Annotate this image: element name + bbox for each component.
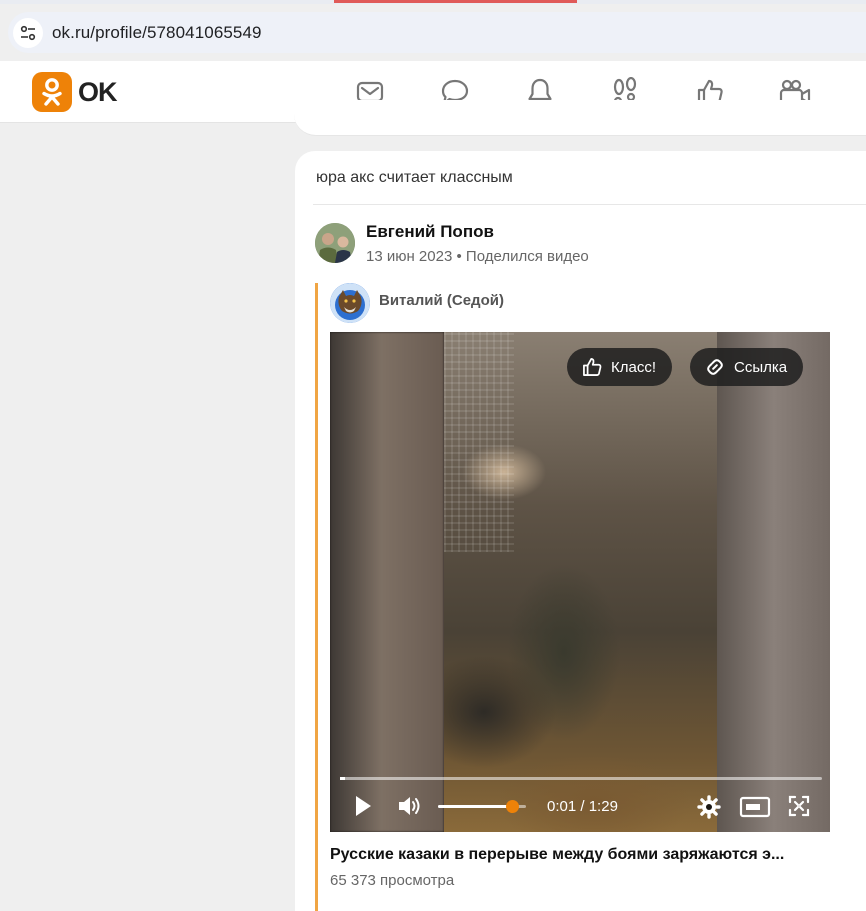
class-button[interactable]: Класс! bbox=[567, 348, 672, 386]
video-views: 65 373 просмотра bbox=[330, 872, 455, 889]
volume-icon[interactable] bbox=[396, 793, 424, 819]
link-button-label: Ссылка bbox=[734, 358, 788, 376]
video-player[interactable]: Класс! Ссылка 0:01 / 1:29 bbox=[330, 332, 830, 832]
post-action: Поделился видео bbox=[465, 248, 589, 265]
video-title[interactable]: Русские казаки в перерыве между боями за… bbox=[330, 846, 850, 864]
ok-logo-text: OK bbox=[78, 76, 117, 107]
ok-logo[interactable]: OK bbox=[32, 72, 117, 112]
post-meta: 13 июн 2023 • Поделился видео bbox=[366, 248, 589, 265]
ok-logo-icon bbox=[32, 72, 72, 112]
mini-player-icon[interactable] bbox=[738, 793, 772, 821]
url-text[interactable]: ok.ru/profile/578041065549 bbox=[52, 23, 262, 43]
author-name[interactable]: Евгений Попов bbox=[366, 222, 494, 242]
active-tab-indicator bbox=[334, 0, 577, 3]
author-avatar[interactable] bbox=[315, 223, 355, 263]
volume-slider[interactable] bbox=[438, 800, 526, 813]
video-time-total: 1:29 bbox=[588, 798, 618, 815]
post-divider bbox=[313, 204, 866, 205]
address-bar[interactable]: ok.ru/profile/578041065549 bbox=[8, 12, 866, 53]
class-button-label: Класс! bbox=[611, 358, 656, 376]
link-button[interactable]: Ссылка bbox=[690, 348, 804, 386]
repost-accent-line bbox=[315, 283, 318, 911]
post-date[interactable]: 13 июн 2023 bbox=[366, 248, 452, 265]
volume-slider-fill bbox=[438, 805, 513, 808]
play-icon[interactable] bbox=[350, 793, 376, 819]
video-frame-net bbox=[444, 332, 514, 552]
settings-gear-icon[interactable] bbox=[695, 793, 723, 821]
browser-tab-strip bbox=[0, 0, 866, 4]
video-progress-fill bbox=[340, 777, 345, 780]
like-icon bbox=[583, 358, 602, 376]
original-author-avatar[interactable] bbox=[330, 283, 370, 323]
video-blur-left bbox=[330, 332, 444, 832]
post-header-text: юра акс считает классным bbox=[316, 169, 513, 186]
original-author-name[interactable]: Виталий (Седой) bbox=[379, 292, 504, 309]
tune-icon[interactable] bbox=[13, 17, 43, 48]
previous-feed-card bbox=[294, 100, 866, 136]
video-progress-bar[interactable] bbox=[340, 777, 822, 780]
fullscreen-icon[interactable] bbox=[786, 793, 812, 819]
video-time: 0:01 / 1:29 bbox=[547, 798, 618, 815]
link-icon bbox=[707, 359, 723, 375]
video-time-current: 0:01 bbox=[547, 798, 577, 815]
video-blur-right bbox=[717, 332, 830, 832]
feed-post-card: юра акс считает классным Евгений Попов 1… bbox=[295, 151, 866, 911]
meta-separator: • bbox=[456, 248, 462, 265]
video-time-separator: / bbox=[580, 798, 585, 815]
